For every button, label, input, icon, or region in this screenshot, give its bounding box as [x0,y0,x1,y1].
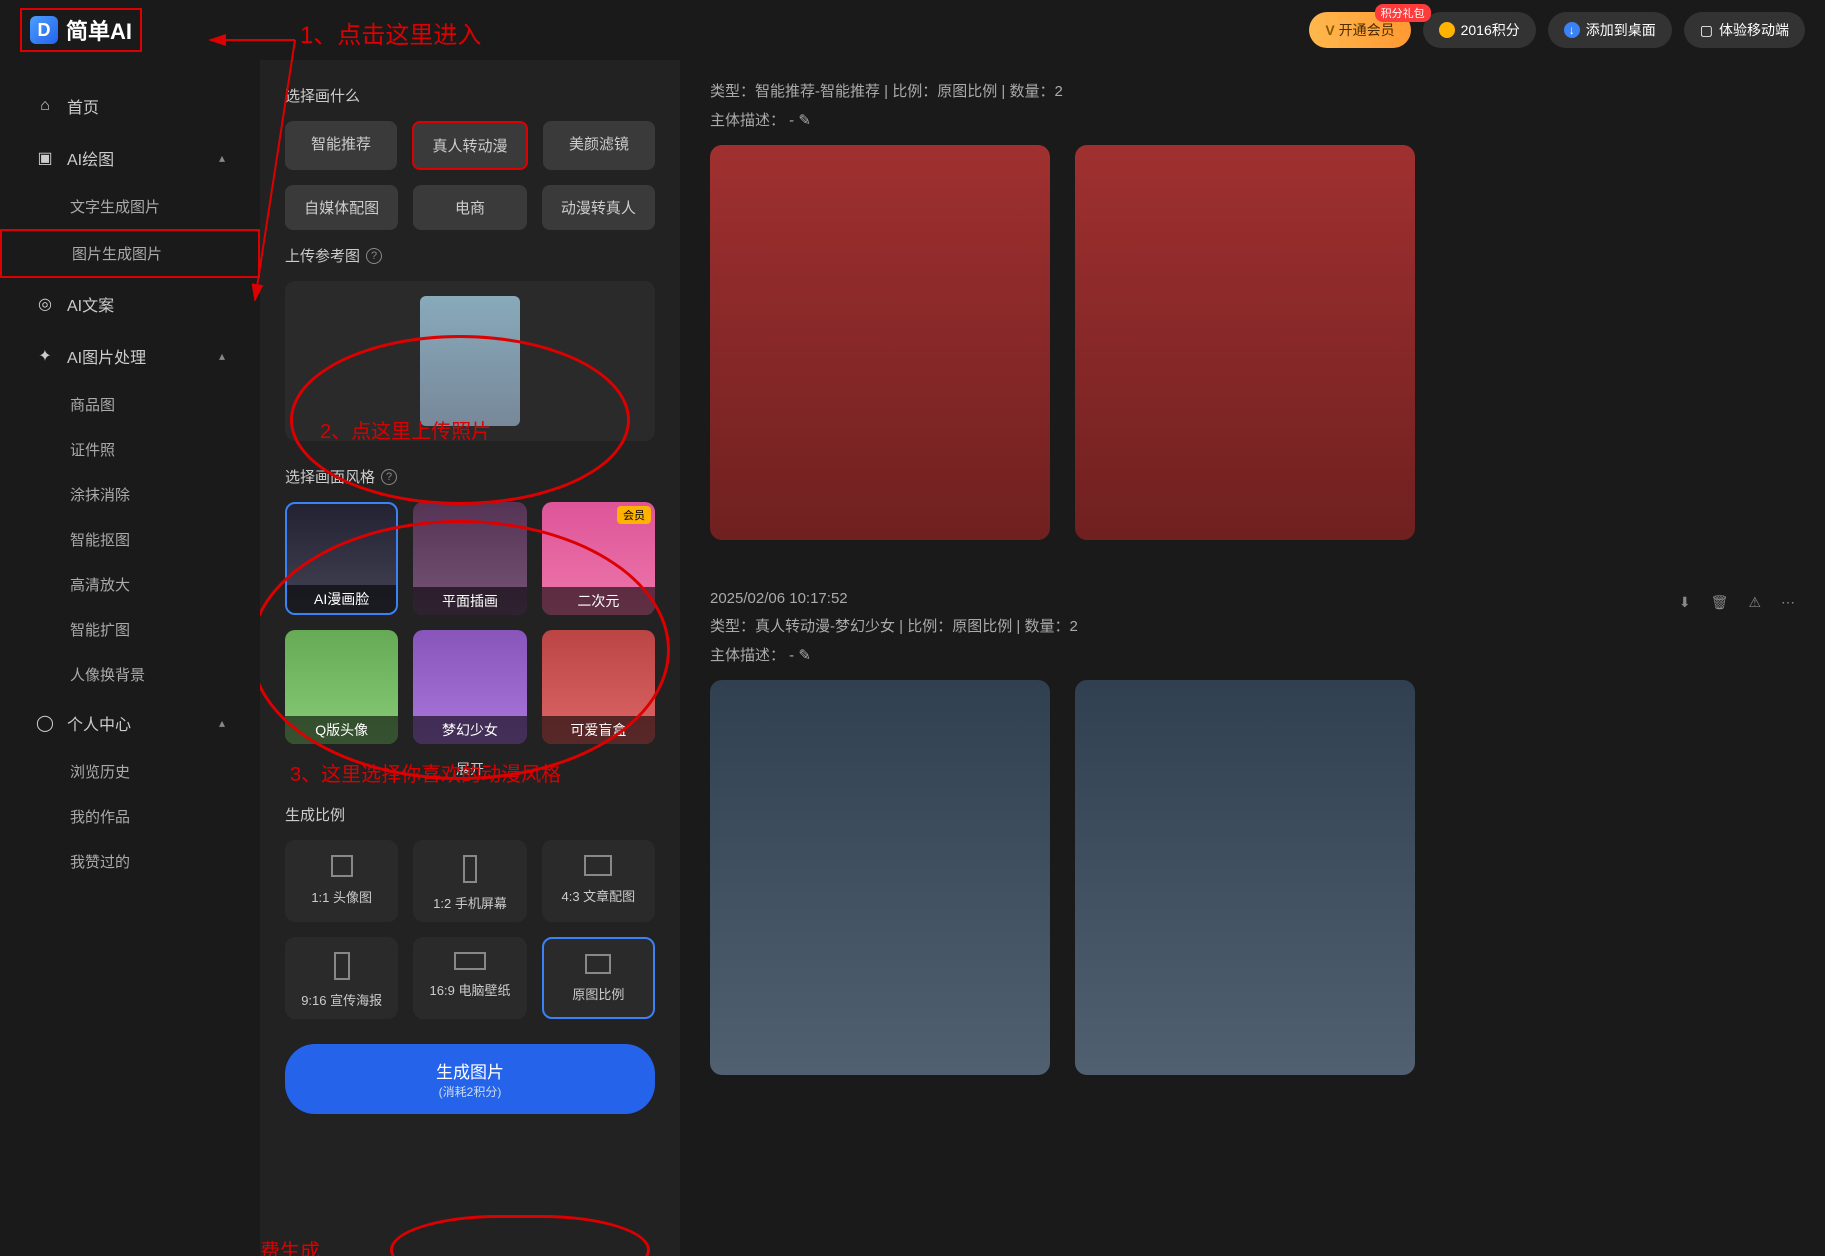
opt-smart[interactable]: 智能推荐 [285,121,397,170]
coin-icon [1439,22,1455,38]
style-dream[interactable]: 梦幻少女 [413,630,526,743]
add-desktop-button[interactable]: ↓ 添加到桌面 [1548,12,1672,48]
result-block-1: 类型：智能推荐-智能推荐 | 比例：原图比例 | 数量：2 主体描述： - ✎ [710,80,1795,540]
style-cute[interactable]: 可爱盲盒 [542,630,655,743]
ratio-orig[interactable]: 原图比例 [542,937,655,1019]
chevron-up-icon: ▴ [219,716,225,730]
result-type: 类型：真人转动漫-梦幻少女 | 比例：原图比例 | 数量：2 [710,615,1795,636]
nav-p4[interactable]: 智能抠图 [0,517,260,562]
generate-button[interactable]: 生成图片 (消耗2积分) [285,1044,655,1114]
gift-badge: 积分礼包 [1375,4,1431,22]
member-button[interactable]: 积分礼包 V 开通会员 [1309,12,1410,48]
nav-u1[interactable]: 浏览历史 [0,749,260,794]
sidebar: ⌂首页 ▣AI绘图▴ 文字生成图片 图片生成图片 ◎AI文案 ✦AI图片处理▴ … [0,60,260,1256]
nav-p1[interactable]: 商品图 [0,382,260,427]
nav-draw[interactable]: ▣AI绘图▴ [0,132,260,184]
opt-anime2real[interactable]: 动漫转真人 [542,185,655,230]
result-time: 2025/02/06 10:17:52 [710,590,848,607]
points-button[interactable]: 2016积分 [1423,12,1536,48]
style-flat[interactable]: 平面插画 [413,502,526,615]
uploaded-image [420,296,520,426]
logo-icon: D [30,16,58,44]
result-desc: 主体描述： - ✎ [710,644,1795,665]
user-icon: ◯ [35,713,55,733]
vip-badge: 会员 [617,506,651,524]
delete-icon[interactable]: 🗑 [1711,594,1729,611]
chevron-up-icon: ▴ [219,151,225,165]
ratio-16-9[interactable]: 16:9 电脑壁纸 [413,937,526,1019]
download-icon[interactable]: ⬇ [1679,594,1691,611]
upload-area[interactable] [285,281,655,441]
ratio-icon [454,952,486,970]
more-icon[interactable]: ⋯ [1781,594,1795,611]
ratio-icon [334,952,350,980]
annotation-1: 1、点击这里进入 [300,15,481,50]
nav-u2[interactable]: 我的作品 [0,794,260,839]
warning-icon[interactable]: ⚠ [1748,594,1761,611]
annotation-ellipse-4 [390,1215,650,1256]
ai-icon: ◎ [35,294,55,314]
image-icon: ▣ [35,148,55,168]
ratio-1-2[interactable]: 1:2 手机屏幕 [413,840,526,922]
nav-txt2img[interactable]: 文字生成图片 [0,184,260,229]
nav-img2img[interactable]: 图片生成图片 [0,229,260,278]
chevron-up-icon: ▴ [219,349,225,363]
nav-p7[interactable]: 人像换背景 [0,652,260,697]
ratio-icon [331,855,353,877]
results-area: 类型：智能推荐-智能推荐 | 比例：原图比例 | 数量：2 主体描述： - ✎ … [680,60,1825,1256]
result-desc: 主体描述： - ✎ [710,109,1795,130]
upload-title: 上传参考图? [285,245,655,266]
result-type: 类型：智能推荐-智能推荐 | 比例：原图比例 | 数量：2 [710,80,1795,101]
result-image[interactable] [1075,145,1415,540]
opt-media[interactable]: 自媒体配图 [285,185,398,230]
help-icon[interactable]: ? [381,469,397,485]
result-image[interactable] [710,680,1050,1075]
ratio-4-3[interactable]: 4:3 文章配图 [542,840,655,922]
result-block-2: 2025/02/06 10:17:52 ⬇ 🗑 ⚠ ⋯ 类型：真人转动漫-梦幻少… [710,590,1795,1075]
ratio-title: 生成比例 [285,804,655,825]
download-icon: ↓ [1564,22,1580,38]
annotation-4: 点这里免费生成 [260,1235,320,1256]
style-ai-manga[interactable]: AI漫画脸 [285,502,398,615]
nav-p2[interactable]: 证件照 [0,427,260,472]
result-image[interactable] [1075,680,1415,1075]
nav-copy[interactable]: ◎AI文案 [0,278,260,330]
style-q[interactable]: Q版头像 [285,630,398,743]
home-icon: ⌂ [35,96,55,116]
choose-title: 选择画什么 [285,85,655,106]
mobile-button[interactable]: ▢ 体验移动端 [1684,12,1805,48]
nav-imgproc[interactable]: ✦AI图片处理▴ [0,330,260,382]
control-panel: 选择画什么 智能推荐 真人转动漫 美颜滤镜 自媒体配图 电商 动漫转真人 上传参… [260,60,680,1256]
help-icon[interactable]: ? [366,248,382,264]
style-2d[interactable]: 会员二次元 [542,502,655,615]
ratio-9-16[interactable]: 9:16 宣传海报 [285,937,398,1019]
result-image[interactable] [710,145,1050,540]
opt-beauty[interactable]: 美颜滤镜 [543,121,655,170]
ratio-icon [584,855,612,876]
ratio-icon [463,855,477,883]
expand-button[interactable]: 展开 [285,759,655,779]
topbar: D 简单AI 1、点击这里进入 积分礼包 V 开通会员 2016积分 ↓ 添加到… [0,0,1825,60]
nav-p5[interactable]: 高清放大 [0,562,260,607]
style-title: 选择画面风格? [285,466,655,487]
logo-text: 简单AI [66,14,132,46]
edit-icon[interactable]: ✎ [798,112,811,129]
tools-icon: ✦ [35,346,55,366]
nav-home[interactable]: ⌂首页 [0,80,260,132]
opt-real2anime[interactable]: 真人转动漫 [412,121,528,170]
nav-personal[interactable]: ◯个人中心▴ [0,697,260,749]
mobile-icon: ▢ [1700,22,1713,39]
ratio-1-1[interactable]: 1:1 头像图 [285,840,398,922]
edit-icon[interactable]: ✎ [798,647,811,664]
nav-u3[interactable]: 我赞过的 [0,839,260,884]
nav-p6[interactable]: 智能扩图 [0,607,260,652]
ratio-icon [585,954,611,974]
nav-p3[interactable]: 涂抹消除 [0,472,260,517]
opt-ecom[interactable]: 电商 [413,185,526,230]
logo[interactable]: D 简单AI [20,8,142,52]
